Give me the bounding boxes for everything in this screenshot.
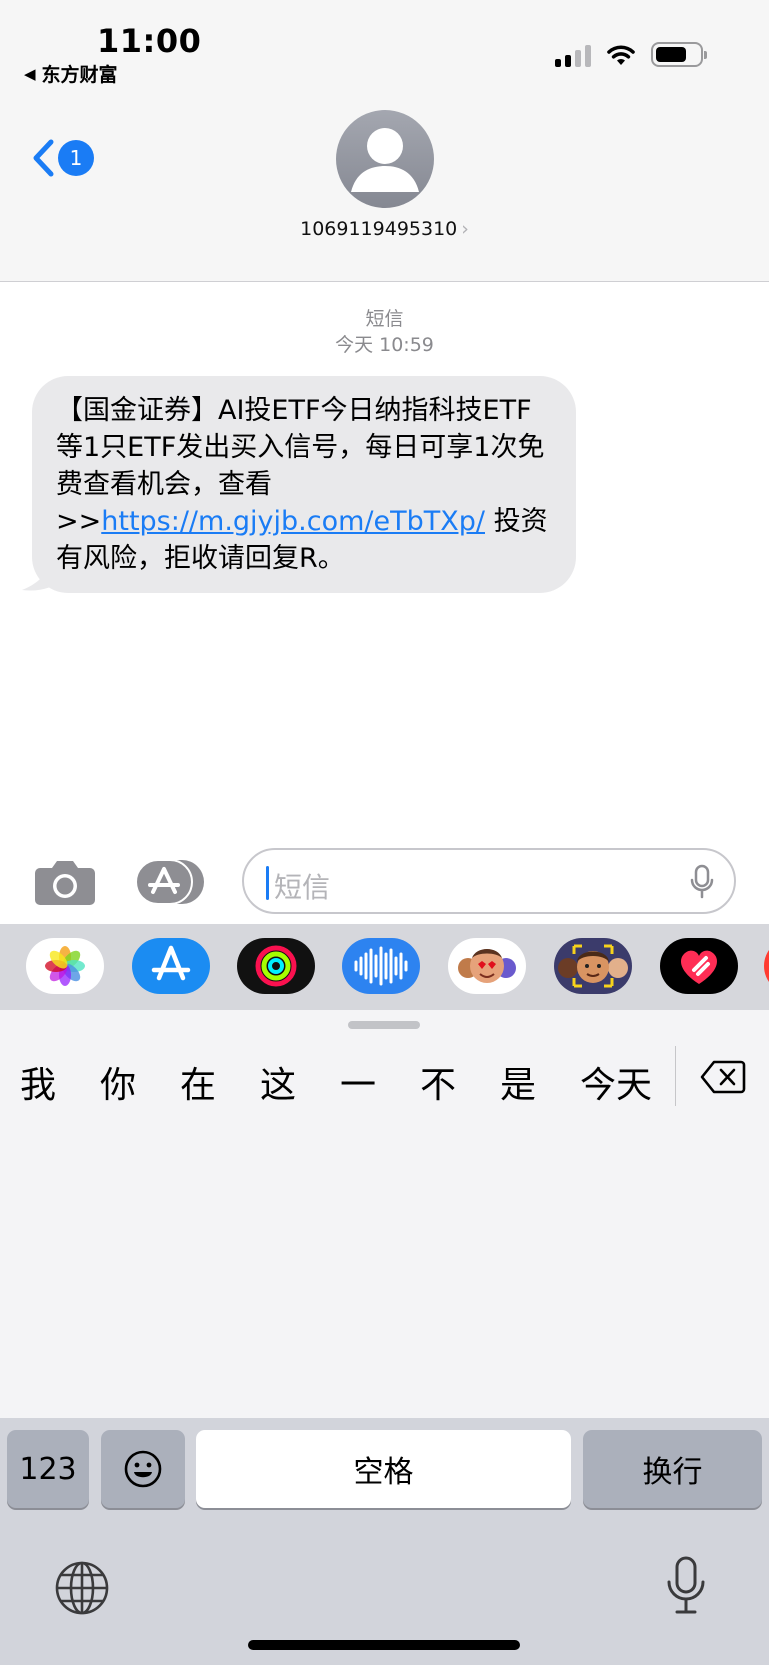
app-store-a-icon bbox=[151, 945, 191, 981]
candidate-word[interactable]: 不 bbox=[420, 1056, 456, 1108]
contact-name-button[interactable]: 1069119495310 › bbox=[0, 218, 769, 240]
space-key[interactable]: 空格 bbox=[196, 1430, 571, 1508]
text-caret bbox=[266, 866, 269, 900]
status-icons bbox=[555, 42, 707, 67]
candidate-word[interactable]: 今天 bbox=[580, 1056, 652, 1108]
waveform-icon bbox=[354, 946, 408, 986]
home-indicator[interactable] bbox=[248, 1640, 520, 1650]
keyboard: 我 你 在 这 一 不 是 今天 123 空格 换行 bbox=[0, 1010, 769, 1665]
chevron-left-icon bbox=[33, 139, 54, 177]
audio-message-app[interactable] bbox=[342, 938, 420, 994]
candidate-word[interactable]: 在 bbox=[180, 1056, 216, 1108]
digital-touch-app[interactable] bbox=[660, 938, 738, 994]
activity-rings-icon bbox=[255, 945, 297, 987]
digital-touch-heart-icon bbox=[680, 950, 718, 984]
battery-icon bbox=[651, 42, 707, 67]
photos-icon bbox=[45, 946, 85, 986]
wifi-icon bbox=[607, 44, 635, 65]
back-triangle-icon: ◀ bbox=[24, 64, 36, 83]
fitness-app[interactable] bbox=[237, 938, 315, 994]
app-store-button[interactable] bbox=[135, 858, 208, 910]
conversation-header: 11:00 ◀ 东方财富 1 1069119495310 › bbox=[0, 0, 769, 282]
candidate-bar: 我 你 在 这 一 不 是 今天 bbox=[0, 1046, 769, 1110]
back-button[interactable]: 1 bbox=[30, 138, 94, 178]
imessage-app-strip bbox=[0, 924, 769, 1010]
message-link[interactable]: https://m.gjyjb.com/eTbTXp/ bbox=[101, 506, 485, 537]
microphone-icon[interactable] bbox=[690, 864, 714, 900]
message-timestamp: 今天 10:59 bbox=[335, 334, 434, 356]
memoji-app[interactable] bbox=[554, 938, 632, 994]
photos-app[interactable] bbox=[26, 938, 104, 994]
camera-button[interactable] bbox=[34, 858, 96, 910]
numbers-key[interactable]: 123 bbox=[7, 1430, 89, 1508]
candidate-word[interactable]: 你 bbox=[100, 1056, 136, 1108]
dictation-microphone-icon[interactable] bbox=[666, 1556, 706, 1618]
candidate-word[interactable]: 一 bbox=[340, 1056, 376, 1108]
message-input[interactable]: 短信 bbox=[242, 848, 736, 914]
status-time: 11:00 bbox=[97, 22, 202, 60]
delete-icon[interactable] bbox=[700, 1060, 746, 1094]
chevron-right-icon: › bbox=[461, 218, 469, 240]
person-icon bbox=[351, 128, 419, 192]
back-to-app-link[interactable]: ◀ 东方财富 bbox=[24, 60, 118, 87]
candidate-divider bbox=[675, 1046, 676, 1106]
message-input-placeholder: 短信 bbox=[274, 871, 331, 904]
app-store-icon bbox=[135, 859, 204, 905]
candidate-word[interactable]: 是 bbox=[500, 1056, 536, 1108]
globe-icon[interactable] bbox=[54, 1560, 110, 1616]
contact-avatar[interactable] bbox=[336, 110, 434, 208]
back-app-label: 东方财富 bbox=[41, 64, 118, 86]
return-key[interactable]: 换行 bbox=[583, 1430, 762, 1508]
memoji-stickers-icon bbox=[458, 949, 516, 983]
contact-name: 1069119495310 bbox=[300, 218, 458, 240]
signal-icon bbox=[555, 43, 591, 67]
camera-icon bbox=[35, 861, 95, 905]
candidate-word[interactable]: 我 bbox=[20, 1056, 56, 1108]
drag-handle[interactable] bbox=[348, 1021, 420, 1029]
emoji-icon bbox=[124, 1450, 162, 1488]
unread-badge: 1 bbox=[58, 140, 94, 176]
message-bubble[interactable]: 【国金证券】AI投ETF今日纳指科技ETF等1只ETF发出买入信号，每日可享1次… bbox=[32, 376, 576, 593]
candidate-word[interactable]: 这 bbox=[260, 1056, 296, 1108]
message-channel: 短信 bbox=[365, 308, 404, 330]
app-store-app[interactable] bbox=[132, 938, 210, 994]
emoji-key[interactable] bbox=[101, 1430, 185, 1508]
memoji-stickers-app[interactable] bbox=[448, 938, 526, 994]
keyboard-candidate-area: 我 你 在 这 一 不 是 今天 bbox=[0, 1010, 769, 1418]
more-app-partial[interactable] bbox=[764, 938, 769, 994]
message-meta: 短信 今天 10:59 bbox=[0, 306, 769, 358]
memoji-face-icon bbox=[558, 944, 628, 988]
